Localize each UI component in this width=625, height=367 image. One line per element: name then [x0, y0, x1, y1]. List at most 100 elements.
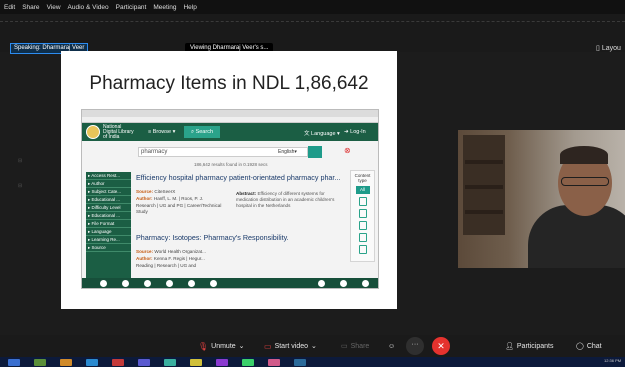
facet-label: Difficulty Level — [91, 205, 121, 210]
facet-item[interactable]: ▸ Subject Cate... — [86, 188, 131, 196]
facet-item[interactable]: ▸ Author — [86, 180, 131, 188]
facet-item[interactable]: ▸ Access Rest... — [86, 172, 131, 180]
taskbar-app-icon[interactable] — [164, 359, 176, 366]
facet-label: Learning Re... — [91, 237, 120, 242]
participants-icon: 👤︎ — [505, 343, 514, 350]
taskbar-app-icon[interactable] — [190, 359, 202, 366]
ndl-footer-bar — [82, 278, 378, 288]
help-icon[interactable] — [166, 280, 173, 287]
facet-item[interactable]: ▸ Difficulty Level — [86, 204, 131, 212]
shared-slide: Pharmacy Items in NDL 1,86,642 National … — [61, 51, 397, 309]
menu-item-help[interactable]: Help — [183, 4, 196, 11]
facet-label: Source — [91, 245, 106, 250]
result-abstract: Abstract: Efficiency of different system… — [236, 191, 346, 209]
taskbar-app-icon[interactable] — [268, 359, 280, 366]
taskbar-app-icon[interactable] — [138, 359, 150, 366]
start-icon[interactable] — [8, 359, 20, 366]
unmute-button[interactable]: 🎙︎ Unmute ⌄ — [198, 340, 245, 352]
chevron-down-icon[interactable]: ⌄ — [239, 342, 245, 350]
facet-item[interactable]: ▸ Educational ... — [86, 196, 131, 204]
menu-item-meeting[interactable]: Meeting — [153, 4, 176, 11]
unmute-icon: 🎙︎ — [198, 341, 209, 351]
taskbar-app-icon[interactable] — [294, 359, 306, 366]
results-count: 186,642 results found in 0.1928 secs — [194, 162, 268, 167]
slide-title: Pharmacy Items in NDL 1,86,642 — [89, 73, 369, 94]
layout-button[interactable]: ▯ Layou — [596, 44, 621, 53]
shelf-row — [465, 160, 503, 164]
browse-label: Browse — [152, 129, 172, 135]
source-label: Source: — [136, 189, 154, 194]
end-call-icon[interactable]: ✕ — [432, 337, 450, 355]
taskbar-app-icon[interactable] — [86, 359, 98, 366]
facet-label: Educational ... — [91, 197, 121, 202]
facet-item[interactable]: ▸ Source — [86, 244, 131, 252]
author-label: Author: — [136, 256, 153, 261]
taskbar-app-icon[interactable] — [60, 359, 72, 366]
ndl-login-link[interactable]: ➜ Log-In — [344, 129, 366, 135]
menu-bar: Edit Share View Audio & Video Participan… — [0, 0, 625, 14]
taskbar-app-icon[interactable] — [216, 359, 228, 366]
apple-icon[interactable] — [210, 280, 217, 287]
content-type-all[interactable]: All — [355, 186, 370, 194]
search-go-button[interactable] — [308, 146, 322, 158]
chevron-down-icon[interactable]: ⌄ — [311, 342, 317, 350]
email-icon[interactable] — [362, 280, 369, 287]
facet-item[interactable]: ▸ Learning Re... — [86, 236, 131, 244]
document-icon[interactable] — [358, 197, 367, 206]
image-icon[interactable] — [358, 209, 367, 218]
ndl-browse-menu[interactable]: ≡ Browse ▾ — [148, 129, 175, 135]
glasses — [561, 177, 609, 186]
ndl-language-menu[interactable]: 文 Language ▾ — [304, 129, 340, 137]
taskbar-app-icon[interactable] — [112, 359, 124, 366]
chat-button[interactable]: ◯ Chat — [576, 340, 602, 352]
ndl-search-tab[interactable]: ⌕ Search — [184, 126, 220, 138]
unmute-label: Unmute — [211, 342, 236, 350]
start-video-button[interactable]: ▭ Start video ⌄ — [264, 340, 317, 352]
share-icon[interactable] — [318, 280, 325, 287]
shelf-row — [465, 210, 503, 214]
menu-item-share[interactable]: Share — [22, 4, 39, 11]
result-title-link[interactable]: Efficiency hospital pharmacy patient-ori… — [136, 173, 340, 182]
side-marker: ⊟ — [18, 183, 23, 189]
more-icon[interactable]: ··· — [406, 337, 424, 355]
audio-icon[interactable] — [358, 245, 367, 254]
tools-icon[interactable] — [144, 280, 151, 287]
top-strip — [0, 14, 625, 52]
taskbar-app-icon[interactable] — [242, 359, 254, 366]
ndl-browser-screenshot: National Digital Library of India ≡ Brow… — [81, 109, 379, 289]
meeting-window: Edit Share View Audio & Video Participan… — [0, 0, 625, 367]
accessibility-icon[interactable] — [122, 280, 129, 287]
facet-item[interactable]: ▸ Educational ... — [86, 212, 131, 220]
taskbar-app-icon[interactable] — [34, 359, 46, 366]
facet-item[interactable]: ▸ File Format — [86, 220, 131, 228]
content-type-panel: Content type All — [350, 170, 375, 262]
globe-icon[interactable] — [340, 280, 347, 287]
facet-label: File Format — [91, 221, 115, 226]
folder-icon[interactable] — [358, 233, 367, 242]
menu-item-edit[interactable]: Edit — [4, 4, 15, 11]
facet-item[interactable]: ▸ Language — [86, 228, 131, 236]
search-tab-label: Search — [195, 129, 214, 135]
participant-video[interactable] — [458, 130, 625, 268]
result-author: Author: Hanff, L. M. | Roos, P. J. — [136, 196, 203, 201]
login-label: Log-In — [350, 129, 366, 135]
meeting-toolbar: 🎙︎ Unmute ⌄ ▭ Start video ⌄ ▭ Share ☺ 👤︎… — [0, 335, 625, 357]
info-icon[interactable] — [100, 280, 107, 287]
menu-item-participant[interactable]: Participant — [116, 4, 147, 11]
layout-icon: ▯ — [596, 45, 600, 52]
video-icon[interactable] — [358, 221, 367, 230]
clock: 12:36 PM — [604, 358, 622, 363]
participants-button[interactable]: 👤︎ Participants — [505, 340, 553, 352]
facet-label: Author — [91, 181, 105, 186]
share-button[interactable]: ▭ Share — [341, 340, 369, 352]
result-title-link[interactable]: Pharmacy: Isotopes: Pharmacy's Responsib… — [136, 233, 289, 242]
menu-item-view[interactable]: View — [47, 4, 61, 11]
reactions-button[interactable]: ☺ — [388, 340, 395, 352]
search-language-value: English — [278, 149, 295, 155]
menu-item-audio-video[interactable]: Audio & Video — [68, 4, 109, 11]
start-video-label: Start video — [274, 342, 309, 350]
clear-search-icon[interactable]: ⊗ — [344, 147, 351, 155]
search-language-select[interactable]: English▾ — [278, 149, 297, 155]
android-icon[interactable] — [188, 280, 195, 287]
divider — [0, 21, 625, 22]
